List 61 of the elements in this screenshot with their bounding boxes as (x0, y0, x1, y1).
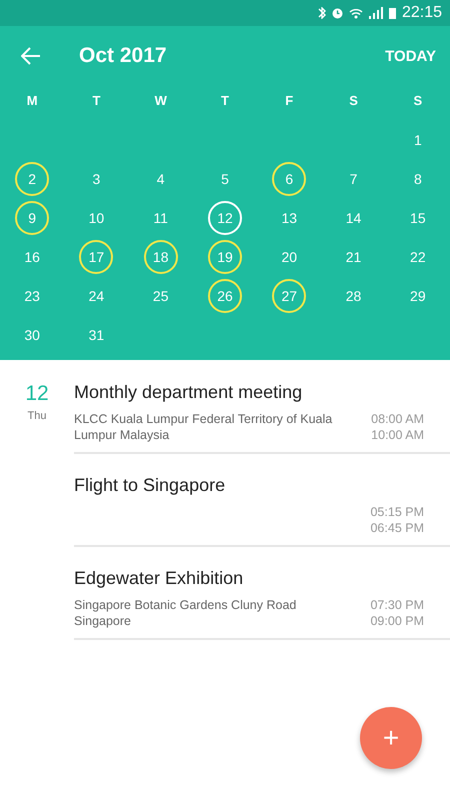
calendar-day[interactable]: 27 (272, 278, 306, 312)
bluetooth-icon (318, 7, 326, 19)
weekday-label: M (26, 92, 39, 110)
event-location: KLCC Kuala Lumpur Federal Territory of Kuala Lumpur Malaysia (74, 411, 334, 443)
event-start-time: 07:30 PM (370, 597, 424, 613)
event-end-time: 09:00 PM (370, 613, 424, 629)
weekday-label: S (412, 92, 424, 110)
weekday-label: T (220, 92, 230, 110)
calendar-day[interactable]: 22 (400, 240, 435, 274)
weekday-label: F (284, 92, 294, 110)
signal-icon (368, 7, 383, 19)
calendar-day[interactable]: 31 (79, 318, 114, 352)
calendar-day[interactable]: 1 (400, 122, 435, 156)
agenda-date: 12 (25, 382, 49, 406)
event-end-time: 06:45 PM (370, 520, 424, 536)
calendar-day[interactable]: 2 (15, 162, 50, 196)
calendar-day[interactable]: 6 (272, 162, 306, 196)
event-title[interactable]: Flight to Singapore (74, 475, 450, 496)
event-end-time: 10:00 AM (371, 427, 424, 443)
calendar-day[interactable]: 28 (336, 278, 371, 312)
wifi-icon (348, 8, 363, 18)
weekday-label: T (91, 92, 102, 110)
calendar-day[interactable]: 8 (400, 162, 435, 196)
calendar-day[interactable]: 15 (400, 200, 435, 234)
calendar-day[interactable]: 3 (79, 162, 114, 196)
calendar-day[interactable]: 25 (144, 278, 178, 312)
event-title[interactable]: Monthly department meeting (74, 382, 450, 403)
event-title[interactable]: Edgewater Exhibition (74, 568, 450, 589)
today-button[interactable]: TODAY (385, 48, 436, 64)
status-time: 22:15 (402, 4, 442, 22)
add-button[interactable]: + (360, 707, 422, 769)
event-location: Singapore Botanic Gardens Cluny Road Singapore (74, 597, 298, 629)
calendar-day[interactable]: 4 (144, 162, 178, 196)
calendar-day[interactable]: 12 (208, 200, 242, 234)
calendar-day[interactable]: 16 (15, 240, 50, 274)
battery-icon (388, 8, 396, 18)
calendar-day[interactable]: 5 (208, 162, 242, 196)
calendar-day[interactable]: 29 (400, 278, 435, 312)
calendar-day[interactable]: 7 (336, 162, 371, 196)
calendar-day[interactable]: 13 (272, 200, 306, 234)
calendar-day[interactable]: 9 (15, 200, 50, 234)
calendar-day[interactable]: 20 (272, 240, 306, 274)
event-start-time: 08:00 AM (371, 411, 424, 427)
calendar-day[interactable]: 11 (144, 200, 178, 234)
back-arrow-icon[interactable] (21, 47, 41, 65)
calendar-day[interactable]: 30 (15, 318, 50, 352)
weekday-label: S (348, 92, 359, 110)
calendar-day[interactable]: 14 (336, 200, 371, 234)
calendar-day[interactable]: 19 (208, 240, 242, 274)
event-start-time: 05:15 PM (370, 504, 424, 520)
calendar-day[interactable]: 26 (208, 278, 242, 312)
calendar-day[interactable]: 18 (144, 240, 178, 274)
alarm-clock-icon (332, 8, 343, 18)
month-title: Oct 2017 (79, 44, 168, 68)
calendar-day[interactable]: 24 (79, 278, 114, 312)
weekday-label: W (154, 92, 168, 110)
calendar-day[interactable]: 10 (79, 200, 114, 234)
calendar-day[interactable]: 21 (336, 240, 371, 274)
calendar-day[interactable]: 17 (79, 240, 114, 274)
calendar-day[interactable]: 23 (15, 278, 50, 312)
agenda-weekday: Thu (28, 410, 46, 422)
